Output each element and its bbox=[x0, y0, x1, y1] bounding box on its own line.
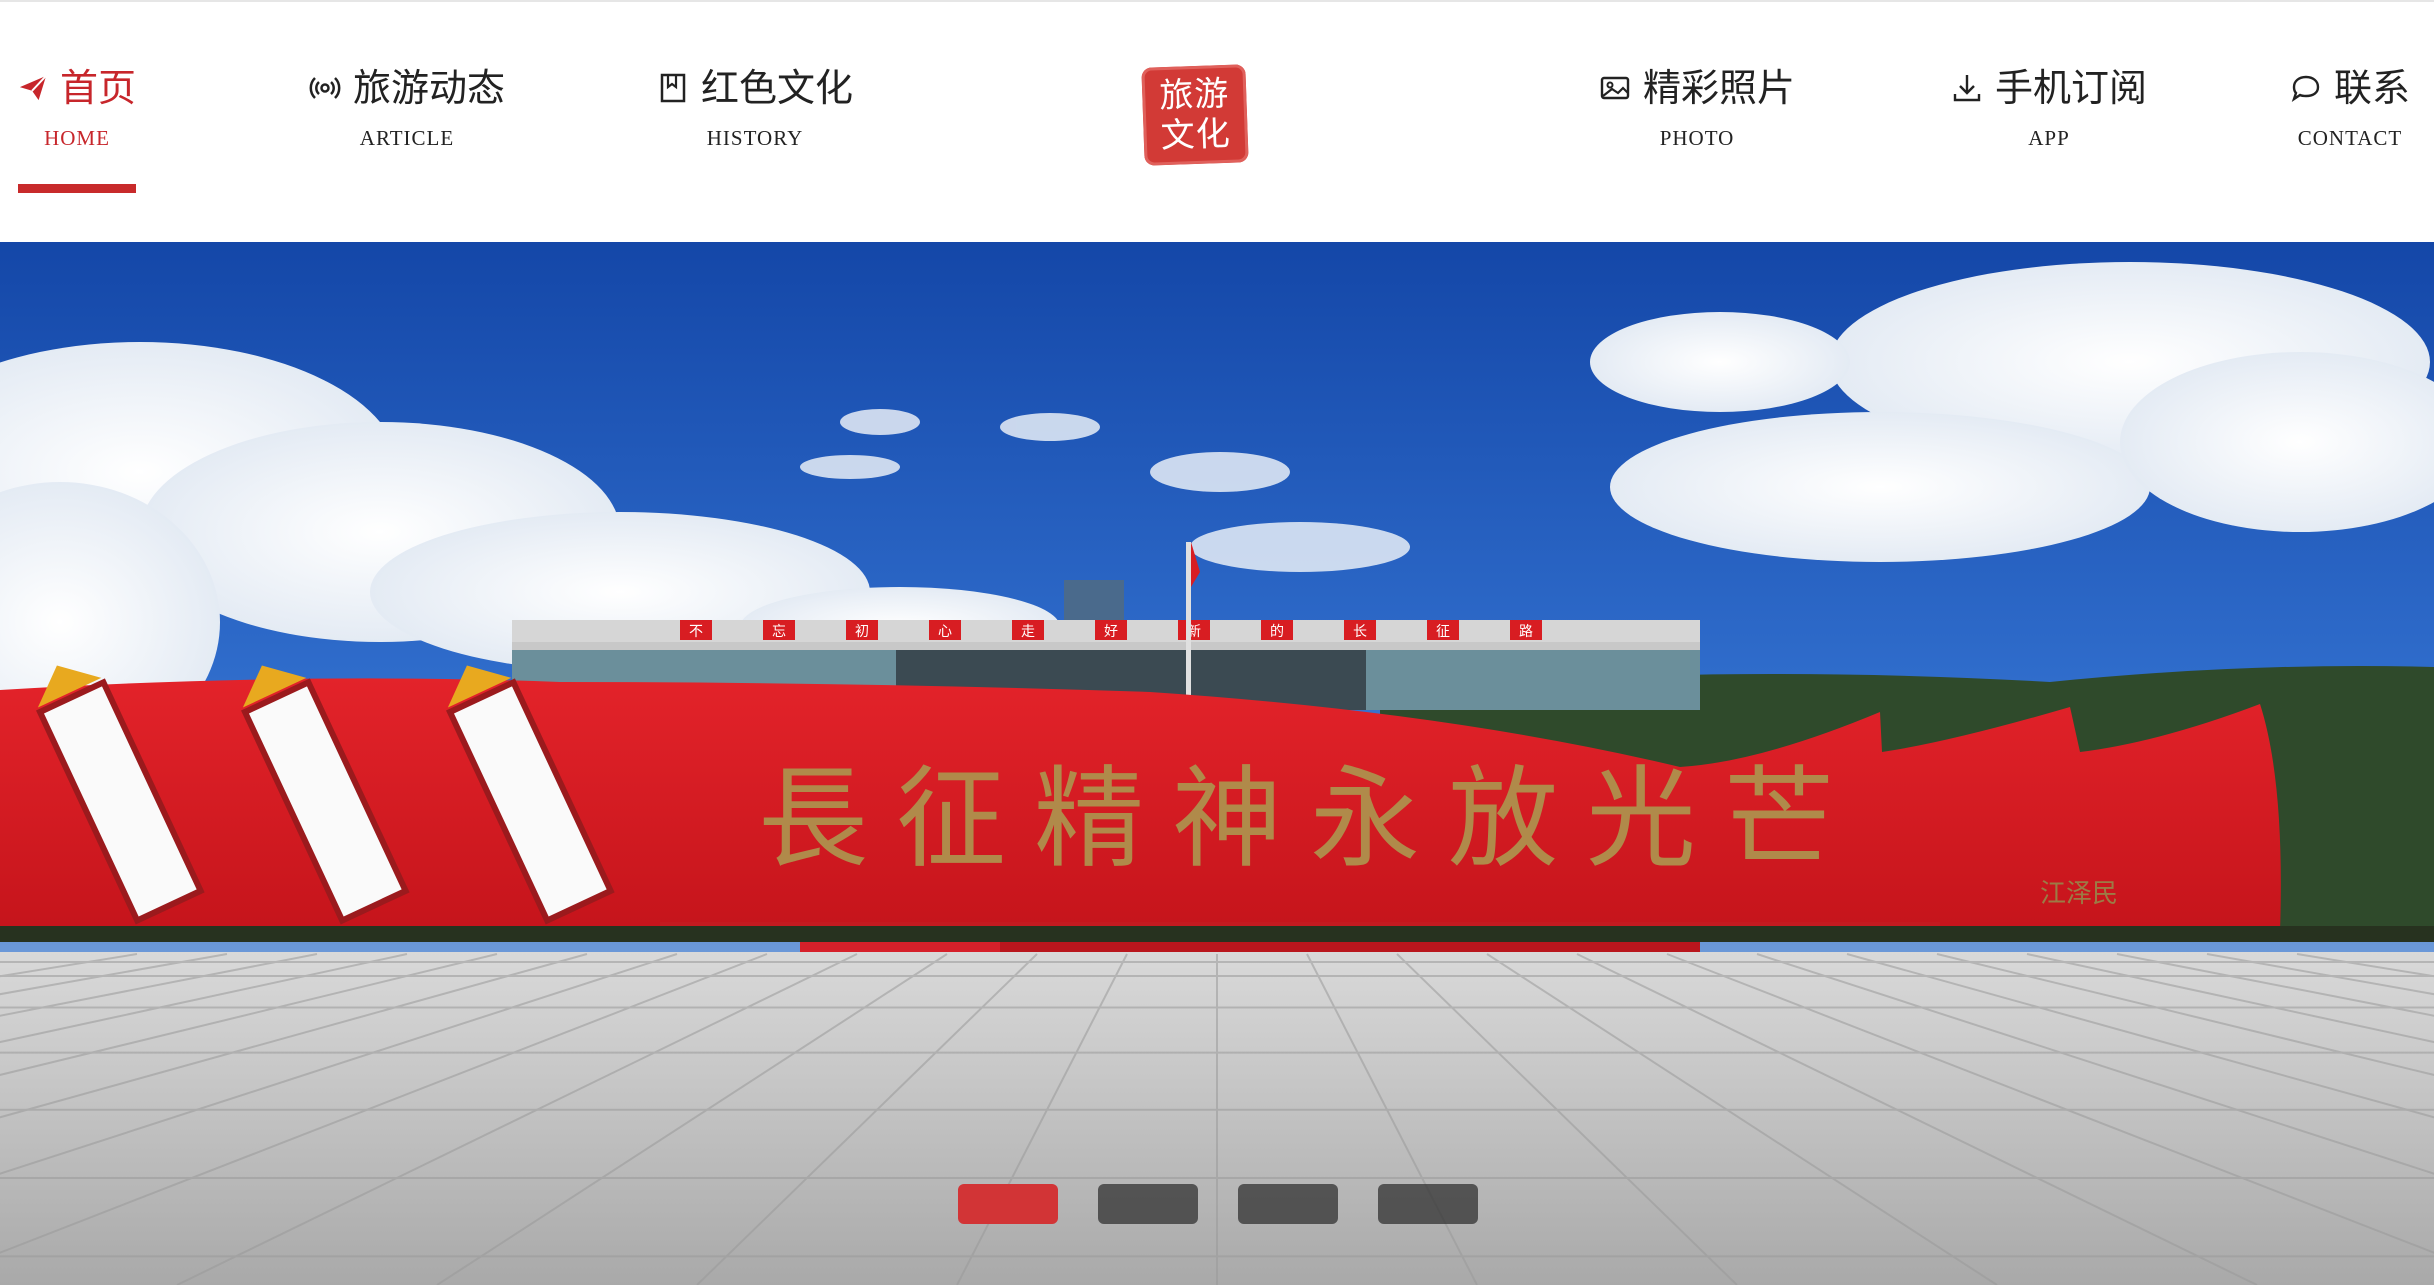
nav-item-article[interactable]: 旅游动态 ARTICLE bbox=[296, 64, 518, 184]
carousel-dot-4[interactable] bbox=[1378, 1184, 1478, 1224]
nav-sublabel: APP bbox=[2028, 126, 2070, 150]
monument-signature: 江泽民 bbox=[2040, 879, 2118, 909]
slogan-char: 心 bbox=[938, 624, 952, 640]
nav-label: 首页 bbox=[59, 66, 136, 110]
logo-text: 旅游 文化 bbox=[1154, 74, 1237, 157]
slogan-char: 的 bbox=[1270, 624, 1284, 640]
logo-line-2: 文化 bbox=[1160, 113, 1232, 157]
logo-line-1: 旅游 bbox=[1158, 73, 1230, 117]
nav-sublabel: HISTORY bbox=[706, 126, 804, 150]
slogan-char: 忘 bbox=[772, 624, 786, 640]
nav-item-app[interactable]: 手机订阅 APP bbox=[1938, 64, 2160, 184]
slogan-char: 征 bbox=[1436, 624, 1450, 640]
image-icon bbox=[1600, 76, 1630, 100]
slogan-char: 初 bbox=[855, 623, 869, 640]
banner-photo: 不忘初心走好新的长征路 長征精神永放光芒 江泽民 bbox=[0, 242, 2434, 1285]
paper-plane-icon bbox=[19, 75, 47, 101]
hedge bbox=[0, 926, 2434, 942]
nav-item-contact[interactable]: 联系 CONTACT bbox=[2286, 64, 2414, 184]
nav-sublabel: ARTICLE bbox=[359, 126, 455, 150]
hero-banner[interactable]: 不忘初心走好新的长征路 長征精神永放光芒 江泽民 bbox=[0, 242, 2434, 1285]
chat-bubble-icon bbox=[2291, 75, 2320, 102]
nav-sublabel: PHOTO bbox=[1659, 126, 1735, 150]
nav-item-photo[interactable]: 精彩照片 PHOTO bbox=[1586, 64, 1808, 184]
slogan-char: 走 bbox=[1021, 624, 1035, 640]
slogan-char: 路 bbox=[1519, 624, 1533, 640]
carousel-dot-2[interactable] bbox=[1098, 1184, 1198, 1224]
nav-label: 联系 bbox=[2333, 66, 2410, 110]
nav-sublabel: CONTACT bbox=[2297, 126, 2403, 150]
nav-item-home[interactable]: 首页 HOME bbox=[18, 64, 136, 184]
slogan-char: 好 bbox=[1104, 624, 1118, 640]
nav-active-indicator bbox=[18, 184, 136, 193]
carousel-dot-3[interactable] bbox=[1238, 1184, 1338, 1224]
carousel-indicators bbox=[0, 1184, 2434, 1226]
nav-label: 手机订阅 bbox=[1994, 66, 2147, 110]
site-header: 首页 HOME 旅游动态 ARTICLE 红色文化 HISTORY 旅游 文化 … bbox=[0, 2, 2434, 242]
slogan-char: 长 bbox=[1353, 624, 1367, 640]
site-logo[interactable]: 旅游 文化 bbox=[1141, 64, 1249, 166]
download-icon bbox=[1953, 75, 1981, 102]
nav-label: 红色文化 bbox=[700, 66, 853, 110]
slogan-char: 不 bbox=[689, 624, 703, 640]
nav-item-history[interactable]: 红色文化 HISTORY bbox=[646, 64, 864, 184]
monument-inscription: 長征精神永放光芒 bbox=[758, 755, 1862, 883]
nav-label: 精彩照片 bbox=[1642, 66, 1795, 110]
nav-label: 旅游动态 bbox=[352, 66, 505, 110]
book-icon bbox=[660, 73, 686, 103]
nav-sublabel: HOME bbox=[44, 126, 110, 150]
carousel-dot-1[interactable] bbox=[958, 1184, 1058, 1224]
broadcast-icon bbox=[309, 77, 341, 99]
